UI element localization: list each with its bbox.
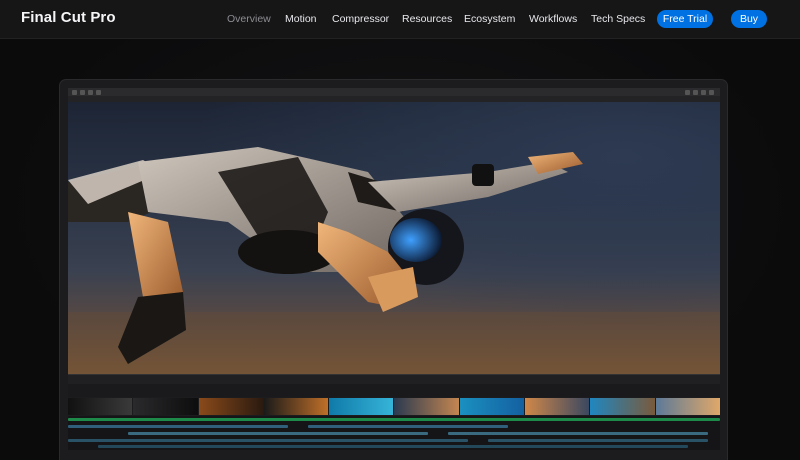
- timeline-clip[interactable]: [263, 398, 329, 415]
- buy-button[interactable]: Buy: [731, 10, 767, 28]
- video-viewer: [68, 102, 720, 374]
- nav-overview[interactable]: Overview: [227, 13, 271, 25]
- toolbar-icon: [701, 90, 706, 95]
- nav-resources[interactable]: Resources: [402, 13, 452, 25]
- audio-track[interactable]: [98, 445, 688, 448]
- toolbar-icon: [685, 90, 690, 95]
- toolbar-icon: [72, 90, 77, 95]
- timeline-clip[interactable]: [459, 398, 525, 415]
- audio-track[interactable]: [308, 425, 508, 428]
- timeline-clip[interactable]: [68, 398, 133, 415]
- toolbar-icon: [88, 90, 93, 95]
- audio-track[interactable]: [68, 418, 720, 421]
- skydiver-image: [68, 147, 720, 374]
- timeline-clips[interactable]: [68, 398, 720, 415]
- timeline-clip[interactable]: [655, 398, 720, 415]
- audio-track[interactable]: [488, 439, 708, 442]
- toolbar-icon: [96, 90, 101, 95]
- audio-track[interactable]: [128, 432, 428, 435]
- brand-title[interactable]: Final Cut Pro: [21, 9, 116, 26]
- audio-track[interactable]: [448, 432, 708, 435]
- nav-motion[interactable]: Motion: [285, 13, 317, 25]
- timeline-ruler: [68, 384, 720, 397]
- toolbar-icon: [709, 90, 714, 95]
- timeline-clip[interactable]: [133, 398, 198, 415]
- free-trial-button[interactable]: Free Trial: [657, 10, 713, 28]
- nav-tech-specs[interactable]: Tech Specs: [591, 13, 645, 25]
- timeline-clip[interactable]: [525, 398, 590, 415]
- timeline-clip[interactable]: [198, 398, 263, 415]
- timeline-clip[interactable]: [590, 398, 655, 415]
- timeline-tracks[interactable]: [68, 416, 720, 450]
- nav-workflows[interactable]: Workflows: [529, 13, 577, 25]
- timeline-clip[interactable]: [394, 398, 459, 415]
- nav-ecosystem[interactable]: Ecosystem: [464, 13, 515, 25]
- toolbar-icon: [80, 90, 85, 95]
- nav-compressor[interactable]: Compressor: [332, 13, 389, 25]
- audio-track[interactable]: [68, 425, 288, 428]
- global-nav: Final Cut Pro Overview Motion Compressor…: [0, 0, 800, 39]
- timeline-clip[interactable]: [329, 398, 394, 415]
- audio-track[interactable]: [68, 439, 468, 442]
- toolbar-icon: [693, 90, 698, 95]
